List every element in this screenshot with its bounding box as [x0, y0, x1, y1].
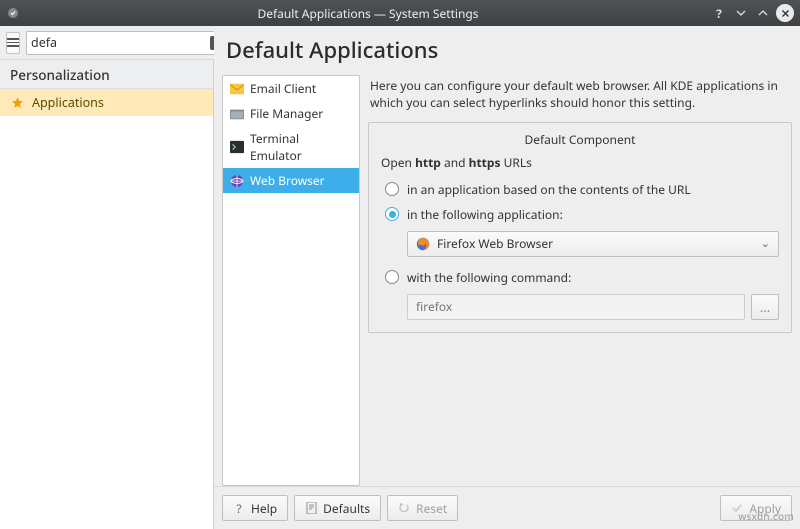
radio-following-app[interactable]: in the following application: — [381, 202, 779, 227]
reset-button[interactable]: Reset — [387, 495, 458, 521]
radio-icon — [385, 270, 399, 284]
folder-icon — [230, 107, 244, 121]
main-panel: Default Applications Email Client File M… — [214, 26, 800, 529]
defaults-button[interactable]: Defaults — [294, 495, 381, 521]
browser-combobox[interactable]: Firefox Web Browser ⌄ — [407, 231, 779, 257]
document-icon — [305, 502, 317, 514]
component-list: Email Client File Manager Terminal Emula… — [222, 75, 360, 486]
titlebar-minimize-icon[interactable] — [732, 4, 750, 22]
group-legend: Default Component — [381, 131, 779, 148]
terminal-icon — [230, 140, 244, 154]
radio-icon — [385, 182, 399, 196]
page-title: Default Applications — [214, 26, 800, 75]
search-input[interactable] — [31, 34, 210, 51]
undo-icon — [398, 502, 410, 514]
component-item-email[interactable]: Email Client — [223, 76, 359, 101]
search-row: ✕ — [0, 26, 214, 60]
component-item-webbrowser[interactable]: Web Browser — [223, 168, 359, 193]
component-item-filemanager[interactable]: File Manager — [223, 101, 359, 126]
command-input — [407, 294, 745, 320]
sidebar-section-header: Personalization — [0, 60, 213, 89]
component-description: Here you can configure your default web … — [368, 75, 792, 116]
sidebar-item-label: Applications — [32, 94, 104, 111]
titlebar-help-icon[interactable]: ? — [710, 4, 728, 22]
radio-label: in the following application: — [407, 206, 563, 223]
star-icon — [10, 96, 24, 110]
browse-command-button[interactable]: ... — [751, 294, 779, 320]
radio-following-command[interactable]: with the following command: — [381, 265, 779, 290]
titlebar-close-icon[interactable] — [776, 4, 794, 22]
radio-label: with the following command: — [407, 269, 571, 286]
app-icon — [6, 6, 20, 20]
help-icon: ? — [233, 502, 245, 514]
watermark: wsxdn.com — [738, 509, 794, 523]
radio-icon — [385, 207, 399, 221]
help-button[interactable]: ? Help — [222, 495, 288, 521]
component-label: Email Client — [250, 80, 316, 97]
window-title: Default Applications — System Settings — [26, 5, 710, 22]
component-detail: Here you can configure your default web … — [368, 75, 792, 486]
component-label: File Manager — [250, 105, 323, 122]
radio-content-based[interactable]: in an application based on the contents … — [381, 177, 779, 202]
dialog-button-row: ? Help Defaults Reset Apply — [214, 486, 800, 529]
firefox-icon — [416, 237, 430, 251]
radio-label: in an application based on the contents … — [407, 181, 691, 198]
chevron-down-icon: ⌄ — [761, 236, 770, 251]
globe-icon — [230, 174, 244, 188]
mail-icon — [230, 82, 244, 96]
component-label: Terminal Emulator — [250, 130, 352, 164]
open-urls-label: Open http and https URLs — [381, 154, 779, 171]
sidebar: Personalization Applications — [0, 60, 214, 529]
search-field-wrap: ✕ — [26, 31, 229, 55]
titlebar-maximize-icon[interactable] — [754, 4, 772, 22]
default-component-group: Default Component Open http and https UR… — [368, 122, 792, 333]
window-titlebar: Default Applications — System Settings ? — [0, 0, 800, 26]
sidebar-item-applications[interactable]: Applications — [0, 89, 213, 116]
component-label: Web Browser — [250, 172, 325, 189]
menu-button[interactable] — [6, 32, 20, 54]
combobox-label: Firefox Web Browser — [437, 235, 553, 252]
component-item-terminal[interactable]: Terminal Emulator — [223, 126, 359, 168]
